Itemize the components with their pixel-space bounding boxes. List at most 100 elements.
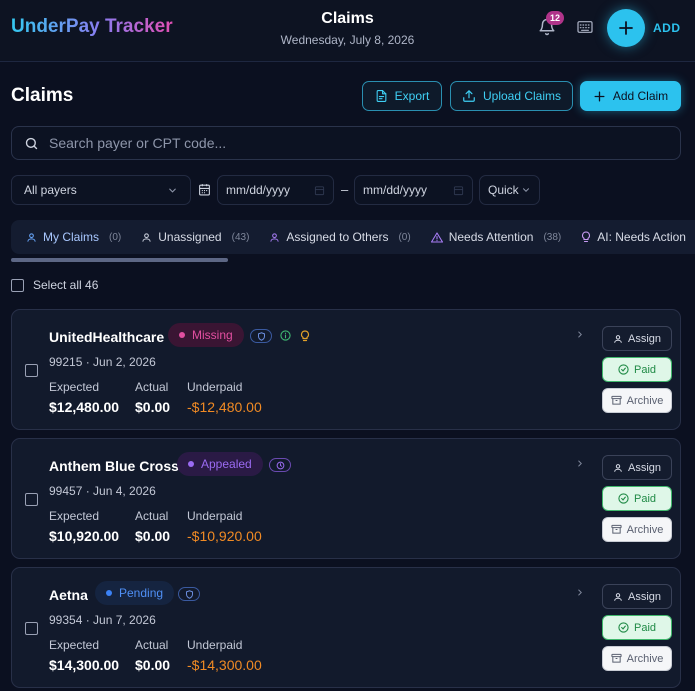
- tabs-scrollbar[interactable]: [11, 258, 228, 262]
- quick-select[interactable]: Quick: [479, 175, 540, 205]
- select-all-checkbox[interactable]: [11, 278, 24, 292]
- assign-label: Assign: [627, 332, 662, 345]
- expected-value: $14,300.00: [49, 657, 120, 673]
- paid-button[interactable]: Paid: [602, 357, 672, 382]
- archive-button[interactable]: Archive: [602, 388, 672, 413]
- archive-label: Archive: [626, 523, 664, 536]
- status-badge: Pending: [95, 581, 175, 605]
- claim-checkbox[interactable]: [25, 622, 38, 635]
- claim-tabs: My Claims (0) Unassigned (43) Assigned to …: [11, 220, 695, 254]
- claim-card[interactable]: UnitedHealthcare Missing 99215 · Jun 2, …: [11, 309, 681, 430]
- add-claim-button[interactable]: Add Claim: [580, 81, 681, 111]
- tab-label: Needs Attention: [448, 230, 534, 244]
- expected-label: Expected: [49, 380, 100, 394]
- assign-button[interactable]: Assign: [602, 584, 672, 609]
- expected-label: Expected: [49, 638, 100, 652]
- underpaid-value: -$10,920.00: [187, 528, 262, 544]
- add-fab-button[interactable]: [607, 9, 645, 47]
- expected-value: $10,920.00: [49, 528, 120, 544]
- underpaid-amount: Underpaid -$12,480.00: [187, 380, 262, 415]
- date-from-input[interactable]: mm/dd/yyyy: [217, 175, 334, 205]
- claim-checkbox[interactable]: [25, 364, 38, 377]
- check-circle-icon: [618, 364, 629, 375]
- upload-claims-button[interactable]: Upload Claims: [450, 81, 573, 111]
- expected-amount: Expected $10,920.00: [49, 509, 119, 544]
- paid-label: Paid: [633, 621, 657, 634]
- tab-needs-attention[interactable]: Needs Attention (38): [430, 230, 562, 244]
- underpaid-value: -$14,300.00: [187, 657, 262, 673]
- select-all-label: Select all 46: [33, 278, 99, 292]
- tab-count: (43): [231, 231, 250, 243]
- archive-icon: [611, 653, 622, 663]
- select-all[interactable]: Select all 46: [11, 278, 98, 292]
- document-icon: [376, 90, 387, 102]
- check-circle-icon: [618, 493, 629, 504]
- chevron-right-icon[interactable]: [575, 587, 585, 598]
- tab-label: My Claims: [43, 230, 99, 244]
- actual-amount: Actual $0.00: [135, 509, 170, 544]
- assign-button[interactable]: Assign: [602, 326, 672, 351]
- user-icon: [614, 334, 622, 343]
- claim-checkbox[interactable]: [25, 493, 38, 506]
- actual-value: $0.00: [135, 657, 171, 673]
- user-icon: [27, 232, 36, 242]
- archive-label: Archive: [626, 652, 664, 665]
- actual-label: Actual: [135, 509, 169, 523]
- underpaid-amount: Underpaid -$14,300.00: [187, 638, 262, 673]
- upload-icon: [463, 90, 475, 102]
- actual-label: Actual: [135, 380, 169, 394]
- plus-icon: [594, 91, 605, 101]
- chevron-down-icon: [523, 188, 529, 192]
- warning-icon: [430, 231, 443, 243]
- add-claim-label: Add Claim: [612, 89, 669, 103]
- underpaid-label: Underpaid: [187, 638, 243, 652]
- payer-select[interactable]: All payers: [11, 175, 191, 205]
- archive-icon: [611, 395, 622, 405]
- export-label: Export: [394, 89, 430, 103]
- paid-label: Paid: [633, 492, 657, 505]
- chevron-right-icon[interactable]: [575, 458, 585, 469]
- claim-meta: 99457 · Jun 4, 2026: [49, 484, 156, 498]
- status-label: Pending: [119, 586, 164, 600]
- tab-ai-needs-action[interactable]: AI: Needs Action: [581, 230, 686, 244]
- shield-icon: [178, 587, 200, 601]
- underpaid-value: -$12,480.00: [187, 399, 262, 415]
- calendar-picker-icon[interactable]: [314, 185, 325, 196]
- claim-card[interactable]: Anthem Blue Cross Appealed 99457 · Jun 4…: [11, 438, 681, 559]
- export-button[interactable]: Export: [362, 81, 442, 111]
- archive-button[interactable]: Archive: [602, 646, 672, 671]
- quick-label: Quick: [488, 183, 519, 197]
- archive-icon: [611, 524, 622, 534]
- tab-my-claims[interactable]: My Claims (0): [26, 230, 121, 244]
- archive-button[interactable]: Archive: [602, 517, 672, 542]
- tab-count: (38): [543, 231, 562, 243]
- claim-meta: 99215 · Jun 2, 2026: [49, 355, 156, 369]
- search-icon: [25, 137, 38, 149]
- actual-value: $0.00: [135, 399, 171, 415]
- paid-label: Paid: [633, 363, 657, 376]
- claim-payer: Anthem Blue Cross: [49, 458, 179, 474]
- keyboard-icon[interactable]: [577, 20, 593, 34]
- check-circle-icon: [618, 622, 629, 633]
- top-bar: UnderPay Tracker Claims Wednesday, July …: [0, 0, 695, 62]
- search-input[interactable]: [49, 135, 649, 151]
- user-icon: [270, 232, 280, 242]
- add-label[interactable]: ADD: [653, 21, 681, 35]
- actual-value: $0.00: [135, 528, 171, 544]
- calendar-picker-icon[interactable]: [453, 185, 464, 196]
- status-badge: Appealed: [177, 452, 263, 476]
- date-to-input[interactable]: mm/dd/yyyy: [354, 175, 473, 205]
- shield-icon: [250, 329, 272, 343]
- paid-button[interactable]: Paid: [602, 486, 672, 511]
- info-icon: [280, 330, 291, 341]
- chevron-right-icon[interactable]: [575, 329, 585, 340]
- tab-assigned-to-others[interactable]: Assigned to Others (0): [269, 230, 411, 244]
- claim-card[interactable]: Aetna Pending 99354 · Jun 7, 2026 Expect…: [11, 567, 681, 688]
- underpaid-amount: Underpaid -$10,920.00: [187, 509, 262, 544]
- tab-unassigned[interactable]: Unassigned (43): [141, 230, 249, 244]
- tab-label: Unassigned: [158, 230, 222, 244]
- assign-button[interactable]: Assign: [602, 455, 672, 480]
- paid-button[interactable]: Paid: [602, 615, 672, 640]
- claim-meta: 99354 · Jun 7, 2026: [49, 613, 156, 627]
- expected-amount: Expected $14,300.00: [49, 638, 119, 673]
